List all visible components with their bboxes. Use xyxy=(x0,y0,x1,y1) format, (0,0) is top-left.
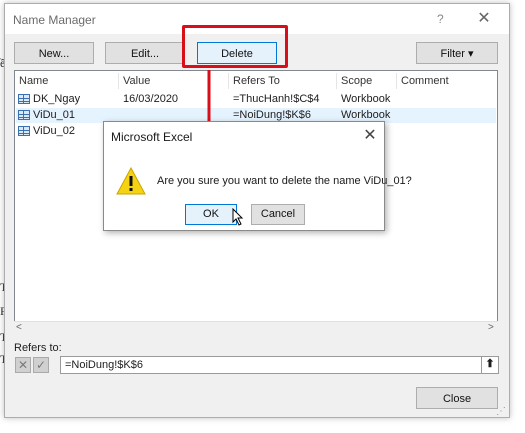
refers-to-label: Refers to: xyxy=(14,342,62,354)
window-title: Name Manager xyxy=(13,13,96,27)
horizontal-scrollbar[interactable] xyxy=(14,321,498,335)
ok-button[interactable]: OK xyxy=(185,204,237,225)
mouse-pointer-icon xyxy=(232,208,244,226)
column-header-refers-to[interactable]: Refers To xyxy=(229,73,337,89)
warning-icon xyxy=(116,167,146,195)
dialog-body xyxy=(104,150,384,230)
window-close-button[interactable]: ✕ xyxy=(474,9,494,29)
column-header-name[interactable]: Name xyxy=(15,73,119,89)
refers-to-input[interactable]: =NoiDung!$K$6 xyxy=(60,356,482,374)
help-button[interactable]: ? xyxy=(437,12,444,26)
cell-scope: Workbook xyxy=(341,93,391,105)
cell-refers-to: =ThucHanh!$C$4 xyxy=(233,93,320,105)
cell-name: ViDu_01 xyxy=(33,109,75,121)
cell-name: ViDu_02 xyxy=(33,125,75,137)
delete-highlight-annotation xyxy=(182,25,288,68)
scroll-right-arrow-icon[interactable]: > xyxy=(488,322,494,333)
confirm-delete-dialog: Microsoft Excel ✕ Are you sure you want … xyxy=(103,121,412,231)
dialog-title: Microsoft Excel xyxy=(111,130,193,144)
cell-name: DK_Ngay xyxy=(33,93,81,105)
name-range-icon xyxy=(18,110,30,120)
dialog-message: Are you sure you want to delete the name… xyxy=(157,175,412,187)
filter-button[interactable]: Filter ▾ xyxy=(416,42,498,64)
close-button[interactable]: Close xyxy=(416,387,498,409)
dialog-titlebar[interactable]: Microsoft Excel ✕ xyxy=(104,122,384,150)
name-range-icon xyxy=(18,94,30,104)
name-range-icon xyxy=(18,126,30,136)
new-button[interactable]: New... xyxy=(14,42,94,64)
dialog-close-button[interactable]: ✕ xyxy=(360,126,380,146)
edit-button[interactable]: Edit... xyxy=(105,42,185,64)
cancel-edit-icon: ✕ xyxy=(15,357,31,373)
confirm-edit-icon: ✓ xyxy=(33,357,49,373)
cell-value: 16/03/2020 xyxy=(123,93,179,105)
resize-grip-icon[interactable]: ⋰ xyxy=(496,406,508,418)
column-header-scope[interactable]: Scope xyxy=(337,73,397,89)
scroll-left-arrow-icon[interactable]: < xyxy=(16,322,22,333)
column-header-comment[interactable]: Comment xyxy=(397,73,497,89)
collapse-dialog-button[interactable]: ⬆ xyxy=(481,356,499,374)
list-row[interactable]: DK_Ngay 16/03/2020 =ThucHanh!$C$4 Workbo… xyxy=(16,92,496,107)
cancel-button[interactable]: Cancel xyxy=(251,204,305,225)
